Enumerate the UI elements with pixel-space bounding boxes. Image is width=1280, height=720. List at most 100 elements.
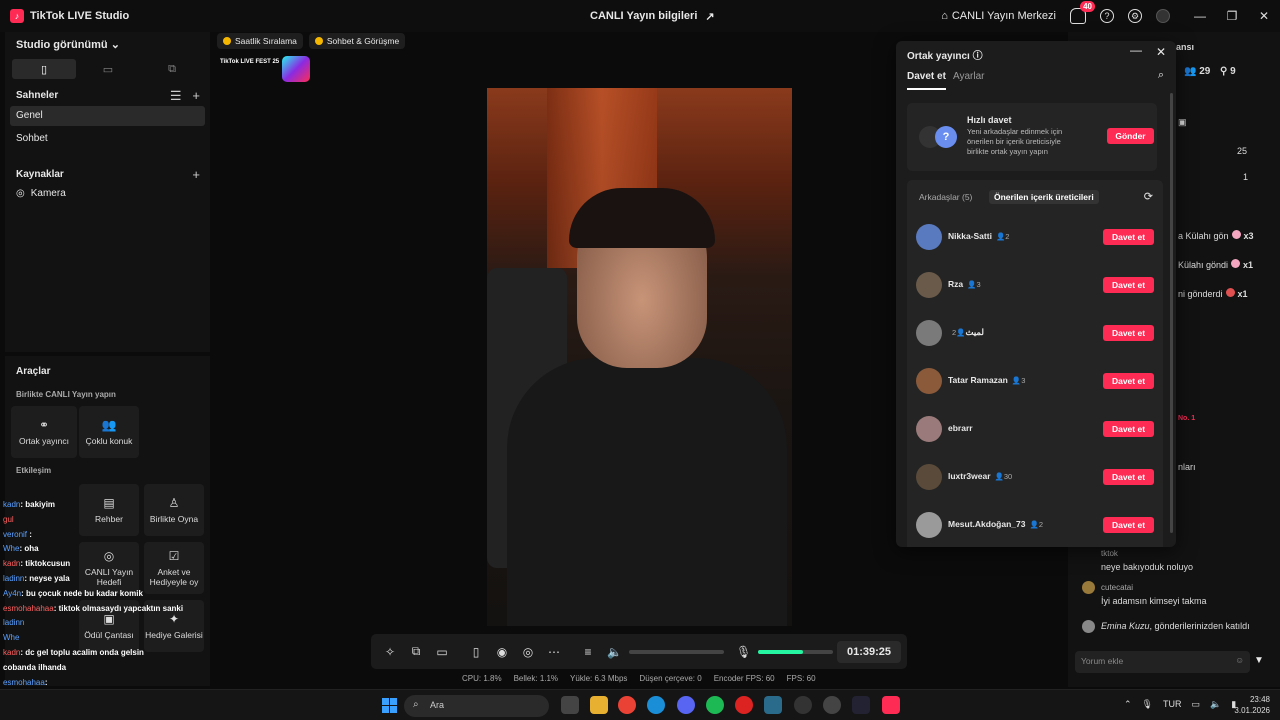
invite-button[interactable]: Davet et	[1103, 517, 1154, 533]
windows-start-icon[interactable]	[382, 698, 397, 713]
comment-text: İyi adamsın kimseyi takma	[1101, 596, 1207, 606]
source-item-camera[interactable]: ◎ Kamera	[16, 188, 66, 199]
scene-item-genel[interactable]: Genel	[10, 106, 205, 126]
invite-button[interactable]: Davet et	[1103, 373, 1154, 389]
count-value: 2	[952, 328, 957, 337]
chevron-up-icon[interactable]: ⌃	[1124, 699, 1132, 710]
camera-toggle-icon[interactable]: ◎	[521, 645, 535, 659]
creator-name-text: Rza	[948, 279, 964, 289]
app-icon[interactable]	[823, 696, 841, 714]
filter-icon[interactable]: ▼	[1254, 655, 1264, 666]
avatar[interactable]	[916, 320, 942, 346]
invite-button[interactable]: Davet et	[1103, 277, 1154, 293]
terminal-icon[interactable]	[852, 696, 870, 714]
avatar[interactable]	[916, 416, 942, 442]
dual-view-icon[interactable]: ⧉	[140, 59, 204, 79]
help-icon[interactable]: ?	[1100, 9, 1114, 23]
add-source-icon[interactable]: +	[192, 167, 200, 182]
record-icon[interactable]: ◉	[495, 645, 509, 659]
mic-volume-slider[interactable]	[758, 649, 833, 654]
avatar[interactable]	[916, 368, 942, 394]
invite-button[interactable]: Davet et	[1103, 229, 1154, 245]
close-button[interactable]: ✕	[1248, 9, 1280, 23]
co-host-button[interactable]: ⚭ Ortak yayıncı	[11, 406, 77, 458]
windows-taskbar: ⌕ Ara ⌃ 🎙 TUR ▭ 🔈 ▮ 23:48 3.01.2026	[0, 689, 1280, 720]
cohost-popup: Ortak yayıncı ⓘ — ✕ Davet et Ayarlar ⌕ ?…	[896, 41, 1176, 547]
microphone-icon[interactable]: 🎙	[1142, 699, 1153, 710]
search-icon[interactable]: ⌕	[1158, 69, 1164, 82]
avatar[interactable]	[916, 224, 942, 250]
chat-text: : tiktok olmasaydı yapcaktın sanki	[53, 603, 184, 613]
landscape-view-icon[interactable]: ▭	[76, 59, 140, 79]
more-icon[interactable]: ⋯	[547, 645, 561, 659]
file-explorer-icon[interactable]	[590, 696, 608, 714]
obs-icon[interactable]	[794, 696, 812, 714]
discord-icon[interactable]	[677, 696, 695, 714]
hourly-ranking-chip[interactable]: Saatlik Sıralama	[217, 33, 303, 49]
invite-button[interactable]: Davet et	[1103, 469, 1154, 485]
avatar[interactable]	[1156, 9, 1170, 23]
scene-item-sohbet[interactable]: Sohbet	[10, 129, 205, 149]
add-scene-icon[interactable]: +	[192, 88, 200, 103]
spotify-icon[interactable]	[706, 696, 724, 714]
portrait-view-icon[interactable]: ▯	[12, 59, 76, 79]
chat-meeting-chip[interactable]: Sohbet & Görüşme	[308, 33, 406, 49]
tool-label: Çoklu konuk	[85, 436, 133, 446]
avatar[interactable]	[916, 464, 942, 490]
creator-row: لميث👤2 Davet et	[916, 318, 1156, 348]
creator-row: Mesut.Akdoğan_73 👤2 Davet et	[916, 510, 1156, 540]
clock[interactable]: 23:48 3.01.2026	[1234, 694, 1270, 716]
info-icon[interactable]: ⓘ	[973, 51, 983, 62]
send-button[interactable]: Gönder	[1107, 128, 1154, 144]
language-indicator[interactable]: TUR	[1163, 699, 1182, 710]
avatar[interactable]	[916, 272, 942, 298]
studio-view-dropdown[interactable]: Studio görünümü ⌄	[16, 38, 120, 51]
tab-settings[interactable]: Ayarlar	[953, 71, 985, 82]
tab-suggested-creators[interactable]: Önerilen içerik üreticileri	[989, 190, 1099, 204]
chat-message: ladinn: neyse yala	[3, 572, 213, 587]
scrollbar[interactable]	[1170, 93, 1173, 533]
tiktok-live-studio-icon[interactable]	[882, 696, 900, 714]
task-view-icon[interactable]	[561, 696, 579, 714]
steam-icon[interactable]	[764, 696, 782, 714]
monitor-icon[interactable]: ▭	[1191, 699, 1200, 710]
creator-row: Rza 👤3 Davet et	[916, 270, 1156, 300]
volume-slider[interactable]	[629, 649, 724, 654]
layout-icon[interactable]: ⧉	[409, 644, 423, 659]
screen-icon[interactable]: ▭	[435, 645, 449, 659]
live-info-button[interactable]: CANLI Yayın bilgileri ↗	[590, 10, 715, 23]
close-popup-button[interactable]: ✕	[1156, 45, 1166, 59]
magic-wand-icon[interactable]: ✧	[383, 645, 397, 659]
tab-friends[interactable]: Arkadaşlar (5)	[919, 192, 972, 202]
minimize-popup-button[interactable]: —	[1130, 43, 1142, 57]
microphone-icon[interactable]: 🎙	[736, 645, 751, 659]
tab-invite[interactable]: Davet et	[907, 71, 946, 90]
opera-icon[interactable]	[735, 696, 753, 714]
panel-settings-icon[interactable]: ▣	[1178, 117, 1187, 128]
equalizer-icon[interactable]: ≡	[581, 645, 595, 659]
avatar[interactable]	[916, 512, 942, 538]
taskbar-search[interactable]: ⌕ Ara	[404, 695, 549, 717]
notification-bell-icon[interactable]: 40	[1070, 1, 1095, 24]
minimize-button[interactable]: —	[1184, 9, 1216, 23]
question-icon: ?	[935, 126, 957, 148]
creator-name: Nikka-Satti 👤2	[948, 231, 1009, 241]
multi-guest-button[interactable]: 👥 Çoklu konuk	[79, 406, 139, 458]
speaker-icon[interactable]: 🔈	[607, 645, 622, 659]
maximize-button[interactable]: ❐	[1216, 9, 1248, 23]
invite-button[interactable]: Davet et	[1103, 421, 1154, 437]
list-icon[interactable]: ☰	[170, 88, 182, 103]
edge-icon[interactable]	[647, 696, 665, 714]
live-center-button[interactable]: ⌂ CANLI Yayın Merkezi	[941, 10, 1056, 22]
emoji-icon[interactable]: ☺	[1235, 655, 1244, 665]
chrome-icon[interactable]	[618, 696, 636, 714]
comment-input[interactable]: Yorum ekle ☺	[1075, 651, 1250, 673]
top-chips: Saatlik Sıralama Sohbet & Görüşme	[217, 33, 406, 49]
settings-gear-icon[interactable]: ⚙	[1128, 9, 1142, 23]
panel-header-partial: ansı	[1176, 42, 1195, 52]
speaker-icon[interactable]: 🔈	[1210, 699, 1221, 710]
refresh-icon[interactable]: ⟳	[1144, 190, 1153, 203]
phone-icon[interactable]: ▯	[469, 645, 483, 659]
invite-button[interactable]: Davet et	[1103, 325, 1154, 341]
creator-name: Tatar Ramazan 👤3	[948, 375, 1025, 385]
